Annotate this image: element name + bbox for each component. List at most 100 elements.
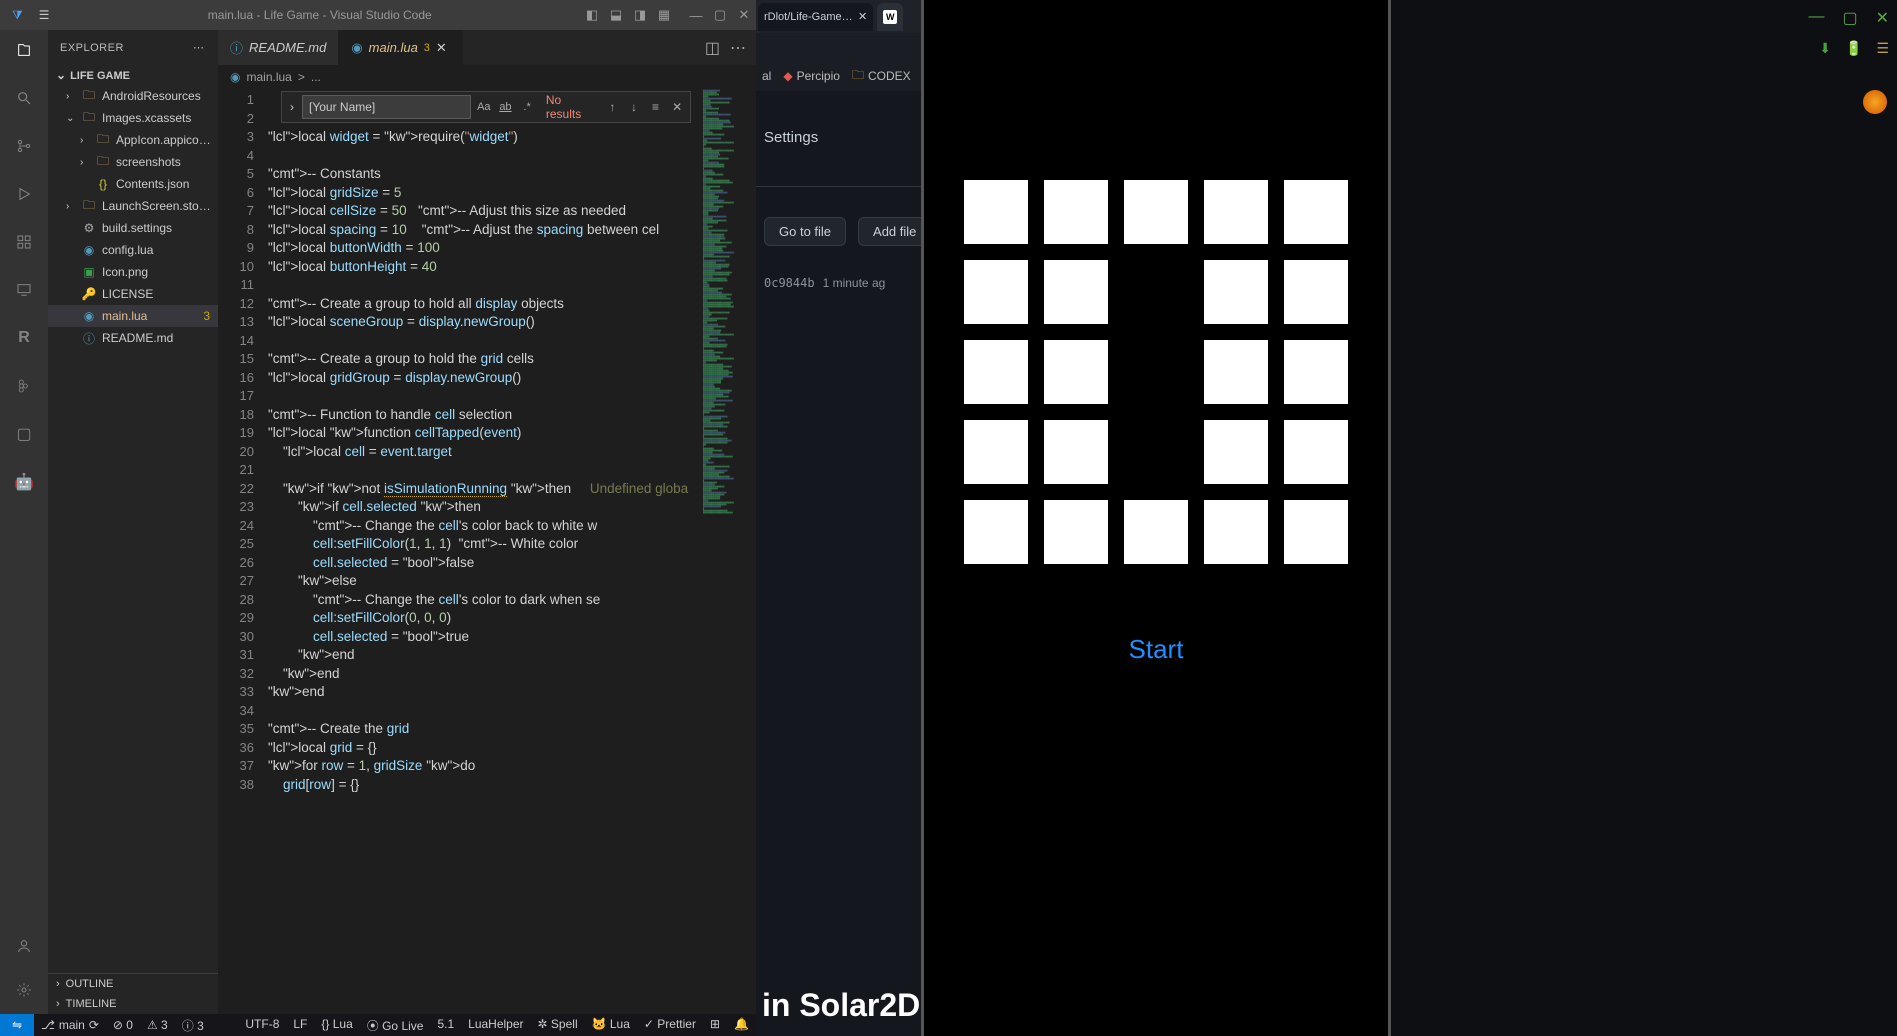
start-button[interactable]: Start [1129,634,1184,665]
folder-androidresources[interactable]: ›🗀AndroidResources [48,85,218,107]
browser-tab-wiki[interactable]: W [877,3,903,31]
explorer-icon[interactable] [0,38,42,62]
figma-icon[interactable] [12,374,36,398]
remote-explorer-icon[interactable] [12,278,36,302]
maximize-icon[interactable]: ▢ [708,5,732,25]
minimize-icon[interactable]: — [684,5,708,25]
find-expand-icon[interactable]: › [286,100,298,114]
panel-right-icon[interactable]: ◨ [628,5,652,25]
source-control-icon[interactable] [12,134,36,158]
file-contents-json[interactable]: {}Contents.json [48,173,218,195]
grid-cell-7[interactable] [1124,260,1188,324]
folder-images-xcassets[interactable]: ⌄🗀Images.xcassets [48,107,218,129]
grid-cell-19[interactable] [1284,420,1348,484]
folder-screenshots[interactable]: ›🗀screenshots [48,151,218,173]
regex-icon[interactable]: .* [518,97,536,117]
layout-grid-icon[interactable]: ▦ [652,5,676,25]
grid-cell-0[interactable] [964,180,1028,244]
file-main-lua[interactable]: ◉main.lua3 [48,305,218,327]
find-filter-icon[interactable]: ≡ [647,100,665,114]
go-live[interactable]: ⦿ Go Live [360,1017,431,1034]
file-license[interactable]: 🔑LICENSE [48,283,218,305]
git-branch[interactable]: ⎇main⟳ [34,1014,106,1036]
maximize-icon[interactable]: ▢ [1842,8,1857,28]
lua-version[interactable]: 5.1 [430,1017,461,1031]
file-config-lua[interactable]: ◉config.lua [48,239,218,261]
find-close-icon[interactable]: ✕ [668,100,686,114]
eol[interactable]: LF [286,1017,314,1031]
grid-cell-8[interactable] [1204,260,1268,324]
grid-cell-20[interactable] [964,500,1028,564]
go-to-file-button[interactable]: Go to file [764,217,846,246]
close-icon[interactable]: ✕ [1876,8,1889,28]
avatar[interactable] [1863,90,1887,114]
tab-main-lua[interactable]: ◉main.lua3✕ [339,30,463,65]
problems-warnings[interactable]: ⚠ 3 [140,1014,175,1036]
find-next-icon[interactable]: ↓ [625,100,643,114]
settings-icon[interactable] [12,978,36,1002]
settings-tab[interactable]: Settings [764,129,921,146]
match-case-icon[interactable]: Aa [475,97,493,117]
encoding[interactable]: UTF-8 [238,1017,286,1031]
grid-cell-3[interactable] [1204,180,1268,244]
folder-launchscreen-sto-[interactable]: ›🗀LaunchScreen.sto… [48,195,218,217]
account-icon[interactable] [12,934,36,958]
layout-status-icon[interactable]: ⊞ [703,1017,727,1031]
explorer-more-icon[interactable]: ⋯ [193,41,206,54]
panel-bottom-icon[interactable]: ⬓ [604,5,628,25]
debug-icon[interactable] [12,182,36,206]
grid-cell-22[interactable] [1124,500,1188,564]
r-icon[interactable]: R [12,326,36,350]
split-editor-icon[interactable]: ◫ [705,38,720,58]
grid-cell-1[interactable] [1044,180,1108,244]
code-content[interactable]: "lcl">local widget = "kw">require("widge… [268,89,701,1014]
tab-more-icon[interactable]: ⋯ [730,38,746,58]
timeline-section[interactable]: TIMELINE [48,994,218,1014]
whole-word-icon[interactable]: ab [497,97,515,117]
grid-cell-24[interactable] [1284,500,1348,564]
code-editor[interactable]: 1234567891011121314151617181920212223242… [218,89,756,1014]
close-icon[interactable]: ✕ [732,5,756,25]
panel-left-icon[interactable]: ◧ [580,5,604,25]
grid-cell-11[interactable] [1044,340,1108,404]
download-icon[interactable]: ⬇ [1819,40,1831,57]
battery-icon[interactable]: 🔋 [1845,40,1862,57]
minimize-icon[interactable]: — [1808,8,1824,28]
grid-cell-14[interactable] [1284,340,1348,404]
grid-cell-18[interactable] [1204,420,1268,484]
tab-close-icon[interactable]: ✕ [436,40,450,56]
lua-status[interactable]: 🐱 Lua [585,1017,637,1031]
find-input[interactable] [302,95,471,119]
spell-check[interactable]: ✲ Spell [531,1017,585,1031]
grid-cell-21[interactable] [1044,500,1108,564]
grid-cell-6[interactable] [1044,260,1108,324]
folder-appicon-appico-[interactable]: ›🗀AppIcon.appico… [48,129,218,151]
bookmark-codex[interactable]: 🗀CODEX [852,66,911,87]
grid-cell-13[interactable] [1204,340,1268,404]
bookmark-percipio[interactable]: ◆Percipio [783,69,840,83]
breadcrumb[interactable]: ◉ main.lua > ... [218,65,756,89]
grid-cell-4[interactable] [1284,180,1348,244]
file-build-settings[interactable]: ⚙build.settings [48,217,218,239]
file-readme-md[interactable]: ⓘREADME.md [48,327,218,349]
tab-close-icon[interactable]: ✕ [858,10,867,23]
grid-cell-17[interactable] [1124,420,1188,484]
grid-cell-23[interactable] [1204,500,1268,564]
android-icon[interactable]: 🤖 [12,470,36,494]
lua-helper[interactable]: LuaHelper [461,1017,530,1031]
search-icon[interactable] [12,86,36,110]
remote-indicator[interactable]: ⇋ [0,1014,34,1036]
grid-cell-12[interactable] [1124,340,1188,404]
grid-cell-16[interactable] [1044,420,1108,484]
outline-section[interactable]: OUTLINE [48,974,218,994]
settings-lines-icon[interactable]: ☰ [1876,40,1889,57]
hamburger-menu-icon[interactable]: ☰ [39,8,50,22]
file-icon-png[interactable]: ▣Icon.png [48,261,218,283]
problems-errors[interactable]: ⊘ 0 [106,1014,140,1036]
language-mode[interactable]: {} Lua [314,1017,359,1031]
browser-tab-github[interactable]: rDlot/Life-Game---A ✕ [758,3,873,31]
bookmark-al[interactable]: al [762,69,771,83]
notifications-icon[interactable]: 🔔 [727,1017,756,1031]
bookmark-icon[interactable]: ▢ [12,422,36,446]
extensions-icon[interactable] [12,230,36,254]
